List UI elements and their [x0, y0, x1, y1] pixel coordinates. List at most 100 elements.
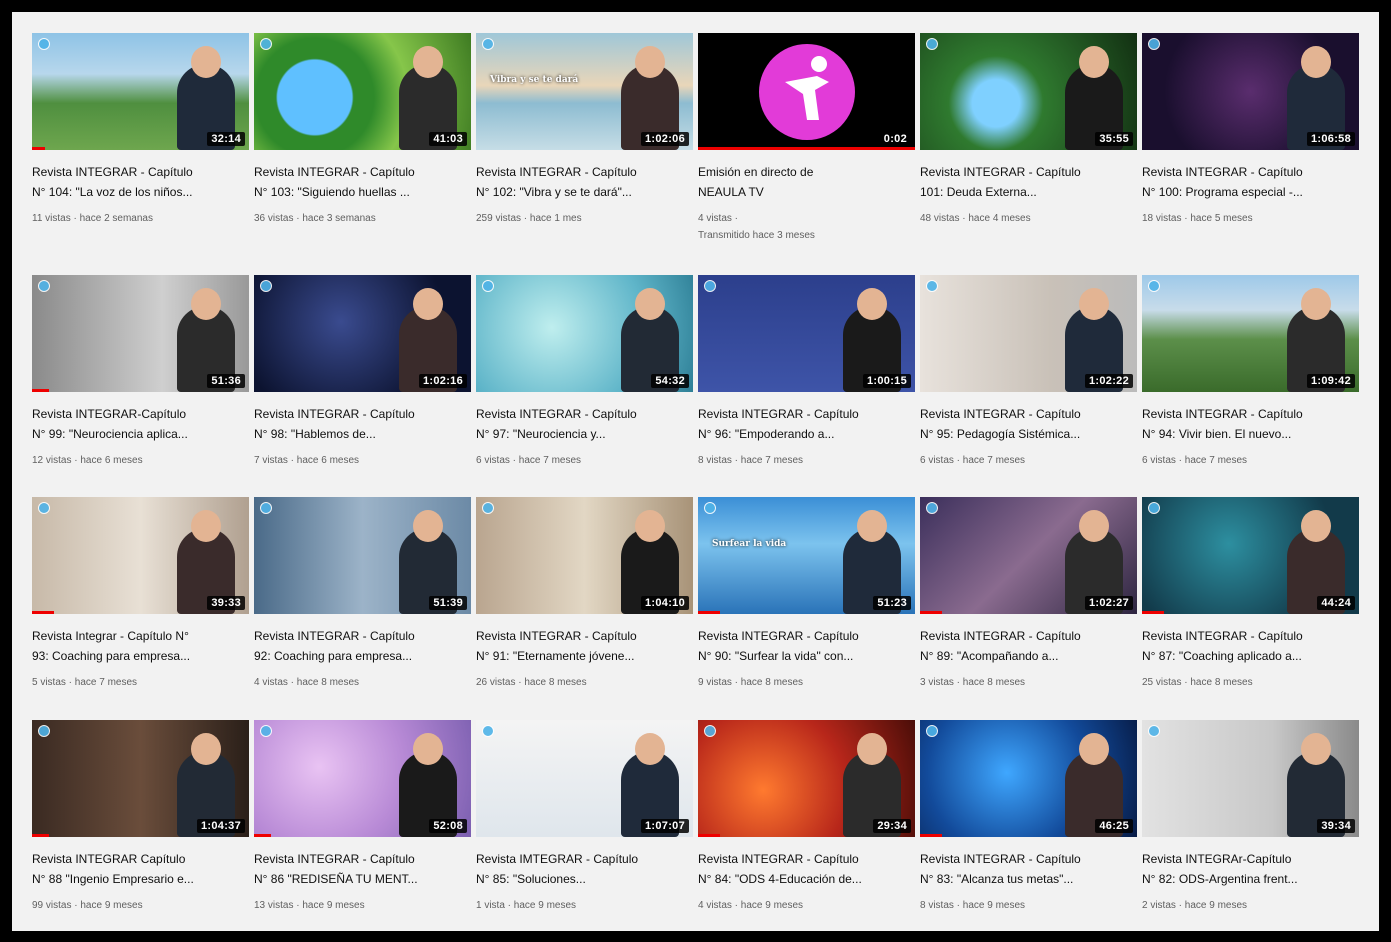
video-card[interactable]: 0:02 Emisión en directo de NEAULA TV 4 v… — [698, 33, 915, 275]
video-card[interactable]: 1:02:27 Revista INTEGRAR - Capítulo N° 8… — [920, 497, 1137, 720]
video-title[interactable]: Revista INTEGRAR - Capítulo N° 100: Prog… — [1142, 162, 1359, 202]
video-title-line: N° 96: "Empoderando a... — [698, 427, 835, 441]
video-title[interactable]: Revista INTEGRAR - Capítulo N° 97: "Neur… — [476, 404, 693, 444]
video-card[interactable]: 46:25 Revista INTEGRAR - Capítulo N° 83:… — [920, 720, 1137, 942]
video-card[interactable]: Surfear la vida 51:23 Revista INTEGRAR -… — [698, 497, 915, 720]
video-thumbnail[interactable]: Surfear la vida 51:23 — [698, 497, 915, 614]
video-title[interactable]: Revista INTEGRAR - Capítulo N° 87: "Coac… — [1142, 626, 1359, 666]
video-thumbnail[interactable]: 1:04:10 — [476, 497, 693, 614]
video-card[interactable]: 52:08 Revista INTEGRAR - Capítulo N° 86 … — [254, 720, 471, 942]
watch-progress-bar — [254, 834, 272, 837]
video-title[interactable]: Revista INTEGRAR - Capítulo N° 86 "REDIS… — [254, 849, 471, 889]
video-title[interactable]: Revista INTEGRAR - Capítulo N° 104: "La … — [32, 162, 249, 202]
duration-badge: 1:04:37 — [196, 819, 245, 833]
views-and-age: 4 vistas · hace 8 meses — [254, 677, 360, 688]
views-and-age: 13 vistas · hace 9 meses — [254, 900, 365, 911]
video-thumbnail[interactable]: 39:34 — [1142, 720, 1359, 837]
views-and-age: 3 vistas · hace 8 meses — [920, 677, 1026, 688]
watch-progress-bar — [32, 147, 46, 150]
video-title[interactable]: Revista INTEGRAR Capítulo N° 88 "Ingenio… — [32, 849, 249, 889]
video-thumbnail[interactable]: 1:09:42 — [1142, 275, 1359, 392]
duration-badge: 1:02:06 — [640, 132, 689, 146]
video-thumbnail[interactable]: 41:03 — [254, 33, 471, 150]
video-title[interactable]: Revista INTEGRAR - Capítulo N° 103: "Sig… — [254, 162, 471, 202]
video-title[interactable]: Revista INTEGRAR - Capítulo 101: Deuda E… — [920, 162, 1137, 202]
duration-badge: 51:23 — [873, 596, 911, 610]
video-thumbnail[interactable]: 1:00:15 — [698, 275, 915, 392]
video-thumbnail[interactable]: 54:32 — [476, 275, 693, 392]
video-card[interactable]: 39:34 Revista INTEGRAr-Capítulo N° 82: O… — [1142, 720, 1359, 942]
video-title[interactable]: Revista INTEGRAR-Capítulo N° 99: "Neuroc… — [32, 404, 249, 444]
video-thumbnail[interactable]: 46:25 — [920, 720, 1137, 837]
video-thumbnail[interactable]: 39:33 — [32, 497, 249, 614]
video-title[interactable]: Revista INTEGRAR - Capítulo N° 96: "Empo… — [698, 404, 915, 444]
duration-badge: 1:00:15 — [862, 374, 911, 388]
video-card[interactable]: 32:14 Revista INTEGRAR - Capítulo N° 104… — [32, 33, 249, 275]
video-title[interactable]: Revista INTEGRAR - Capítulo N° 84: "ODS … — [698, 849, 915, 889]
video-card[interactable]: 1:07:07 Revista IMTEGRAR - Capítulo N° 8… — [476, 720, 693, 942]
video-thumbnail[interactable]: 29:34 — [698, 720, 915, 837]
video-title-line: Revista INTEGRAR - Capítulo — [254, 629, 415, 643]
video-thumbnail[interactable]: 1:02:22 — [920, 275, 1137, 392]
video-title[interactable]: Revista IMTEGRAR - Capítulo N° 85: "Solu… — [476, 849, 693, 889]
video-title-line: Revista INTEGRAR - Capítulo — [920, 629, 1081, 643]
video-card[interactable]: 1:09:42 Revista INTEGRAR - Capítulo N° 9… — [1142, 275, 1359, 497]
video-thumbnail[interactable]: Vibra y se te dará 1:02:06 — [476, 33, 693, 150]
video-title[interactable]: Revista Integrar - Capítulo N° 93: Coach… — [32, 626, 249, 666]
video-thumbnail[interactable]: 52:08 — [254, 720, 471, 837]
video-card[interactable]: 1:06:58 Revista INTEGRAR - Capítulo N° 1… — [1142, 33, 1359, 275]
video-title[interactable]: Emisión en directo de NEAULA TV — [698, 162, 915, 202]
views-and-age: 12 vistas · hace 6 meses — [32, 455, 143, 466]
video-card[interactable]: 44:24 Revista INTEGRAR - Capítulo N° 87:… — [1142, 497, 1359, 720]
video-title[interactable]: Revista INTEGRAR - Capítulo N° 89: "Acom… — [920, 626, 1137, 666]
video-metadata: 25 vistas · hace 8 meses — [1142, 674, 1359, 691]
video-title[interactable]: Revista INTEGRAR - Capítulo 92: Coaching… — [254, 626, 471, 666]
video-title[interactable]: Revista INTEGRAR - Capítulo N° 102: "Vib… — [476, 162, 693, 202]
video-title[interactable]: Revista INTEGRAR - Capítulo N° 83: "Alca… — [920, 849, 1137, 889]
video-title[interactable]: Revista INTEGRAr-Capítulo N° 82: ODS-Arg… — [1142, 849, 1359, 889]
video-thumbnail[interactable]: 51:39 — [254, 497, 471, 614]
video-card[interactable]: 54:32 Revista INTEGRAR - Capítulo N° 97:… — [476, 275, 693, 497]
video-card[interactable]: 1:02:16 Revista INTEGRAR - Capítulo N° 9… — [254, 275, 471, 497]
video-card[interactable]: Vibra y se te dará 1:02:06 Revista INTEG… — [476, 33, 693, 275]
video-metadata: 36 vistas · hace 3 semanas — [254, 210, 471, 227]
video-card[interactable]: 29:34 Revista INTEGRAR - Capítulo N° 84:… — [698, 720, 915, 942]
video-thumbnail[interactable]: 35:55 — [920, 33, 1137, 150]
watch-progress-bar — [920, 611, 942, 614]
video-thumbnail[interactable]: 1:02:27 — [920, 497, 1137, 614]
video-card[interactable]: 51:39 Revista INTEGRAR - Capítulo 92: Co… — [254, 497, 471, 720]
video-card[interactable]: 51:36 Revista INTEGRAR-Capítulo N° 99: "… — [32, 275, 249, 497]
video-card[interactable]: 1:02:22 Revista INTEGRAR - Capítulo N° 9… — [920, 275, 1137, 497]
video-title[interactable]: Revista INTEGRAR - Capítulo N° 90: "Surf… — [698, 626, 915, 666]
video-title[interactable]: Revista INTEGRAR - Capítulo N° 94: Vivir… — [1142, 404, 1359, 444]
video-card[interactable]: 1:04:10 Revista INTEGRAR - Capítulo N° 9… — [476, 497, 693, 720]
video-thumbnail[interactable]: 1:07:07 — [476, 720, 693, 837]
video-thumbnail[interactable]: 32:14 — [32, 33, 249, 150]
video-thumbnail[interactable]: 1:02:16 — [254, 275, 471, 392]
video-thumbnail[interactable]: 1:04:37 — [32, 720, 249, 837]
video-title-line: Revista IMTEGRAR - Capítulo — [476, 852, 639, 866]
channel-logo-icon — [926, 725, 938, 737]
views-and-age: 8 vistas · hace 9 meses — [920, 900, 1026, 911]
duration-badge: 1:09:42 — [1306, 374, 1355, 388]
watch-progress-bar — [698, 834, 720, 837]
video-thumbnail[interactable]: 0:02 — [698, 33, 915, 150]
video-card[interactable]: 39:33 Revista Integrar - Capítulo N° 93:… — [32, 497, 249, 720]
video-title[interactable]: Revista INTEGRAR - Capítulo N° 95: Pedag… — [920, 404, 1137, 444]
views-and-age: 48 vistas · hace 4 meses — [920, 213, 1031, 224]
video-metadata: 12 vistas · hace 6 meses — [32, 452, 249, 469]
views-and-age: 4 vistas · hace 9 meses — [698, 900, 804, 911]
video-card[interactable]: 1:04:37 Revista INTEGRAR Capítulo N° 88 … — [32, 720, 249, 942]
video-thumbnail[interactable]: 1:06:58 — [1142, 33, 1359, 150]
video-card[interactable]: 1:00:15 Revista INTEGRAR - Capítulo N° 9… — [698, 275, 915, 497]
video-title[interactable]: Revista INTEGRAR - Capítulo N° 91: "Eter… — [476, 626, 693, 666]
video-card[interactable]: 41:03 Revista INTEGRAR - Capítulo N° 103… — [254, 33, 471, 275]
video-thumbnail[interactable]: 51:36 — [32, 275, 249, 392]
channel-logo-icon — [260, 38, 272, 50]
channel-logo-icon — [260, 280, 272, 292]
video-card[interactable]: 35:55 Revista INTEGRAR - Capítulo 101: D… — [920, 33, 1137, 275]
video-thumbnail[interactable]: 44:24 — [1142, 497, 1359, 614]
channel-logo-icon — [704, 502, 716, 514]
video-title[interactable]: Revista INTEGRAR - Capítulo N° 98: "Habl… — [254, 404, 471, 444]
views-and-age: 2 vistas · hace 9 meses — [1142, 900, 1248, 911]
